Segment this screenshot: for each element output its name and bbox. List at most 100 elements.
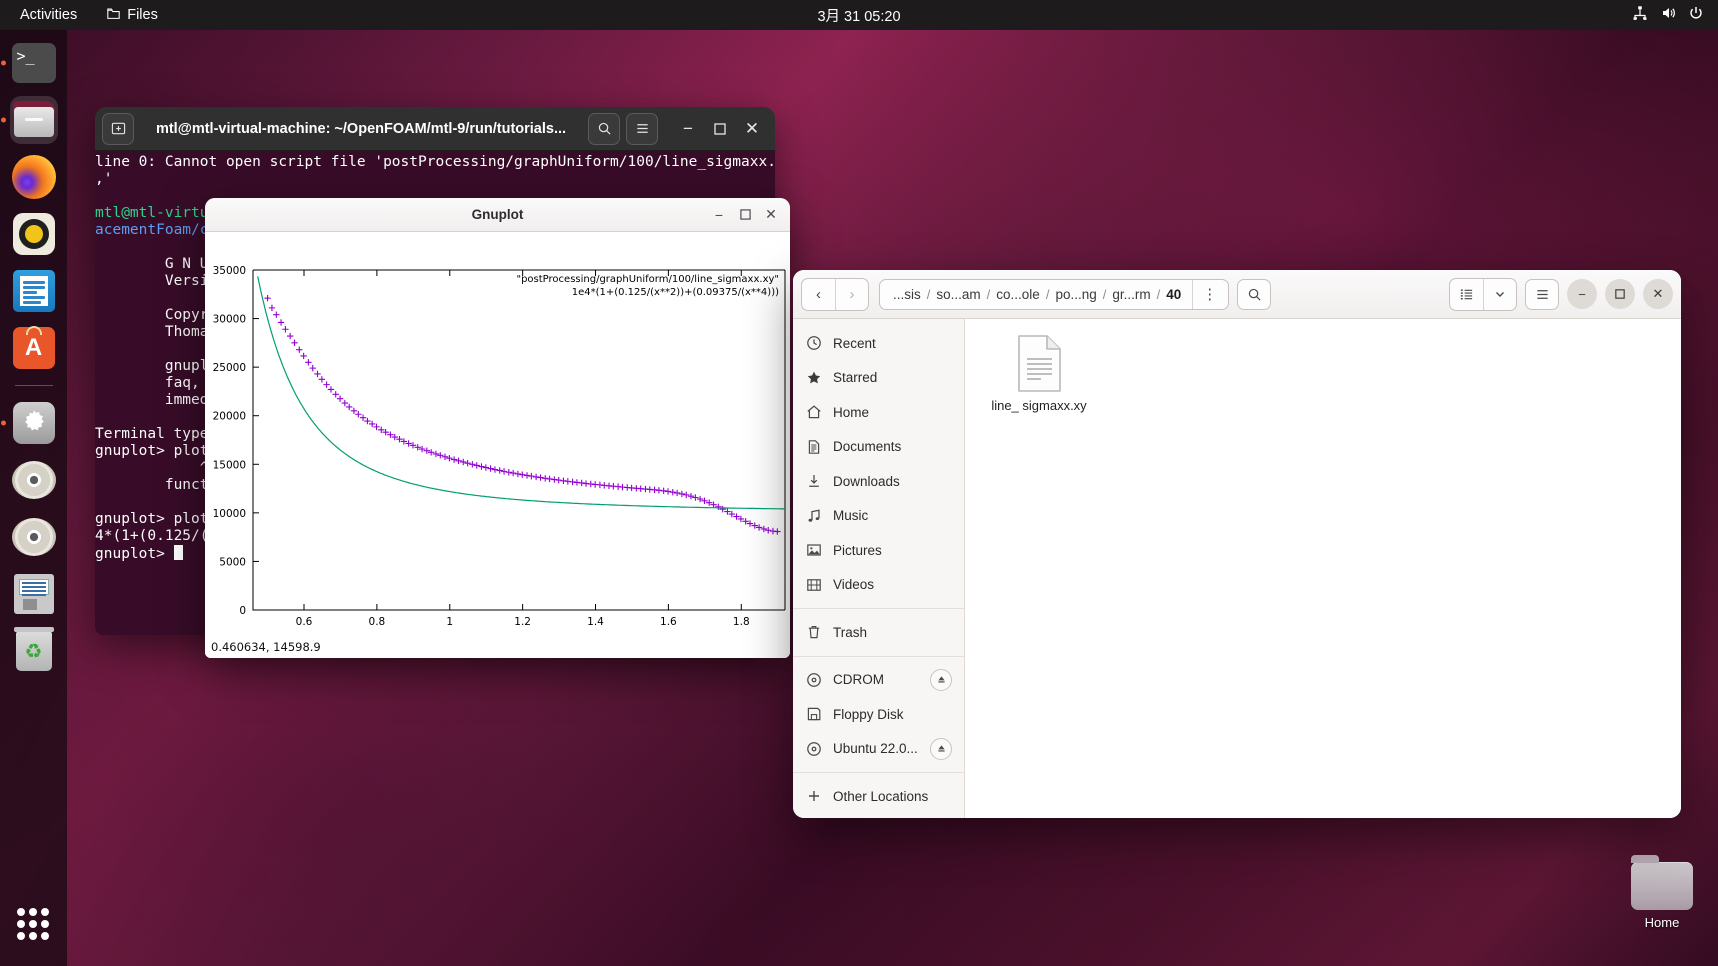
list-view-icon[interactable] xyxy=(1450,279,1483,310)
eject-icon[interactable] xyxy=(930,668,952,691)
floppy-icon xyxy=(805,706,822,722)
breadcrumb-item[interactable]: 40 xyxy=(1161,285,1186,304)
sidebar-item-videos[interactable]: Videos xyxy=(793,568,964,603)
dock-item-cdrom[interactable] xyxy=(10,456,58,504)
sidebar-item-trash[interactable]: Trash xyxy=(793,615,964,650)
desktop-icon-home[interactable]: Home xyxy=(1622,855,1702,930)
sidebar-item-starred[interactable]: Starred xyxy=(793,361,964,396)
hamburger-icon[interactable] xyxy=(626,112,658,145)
dock-item-ubuntu-iso[interactable] xyxy=(10,513,58,561)
activities-label: Activities xyxy=(20,7,78,23)
sidebar-item-ubuntu-22-0-[interactable]: Ubuntu 22.0... xyxy=(793,732,964,767)
data-series-line xyxy=(257,276,785,510)
download-icon xyxy=(805,473,822,489)
y-axis-tick-label: 5000 xyxy=(219,556,246,568)
files-content-area[interactable]: line_ sigmaxx.xy xyxy=(965,319,1681,818)
film-icon xyxy=(805,577,822,593)
app-menu-files[interactable]: Files xyxy=(101,4,164,27)
activities-button[interactable]: Activities xyxy=(14,4,83,26)
dock-item-ubuntu-software[interactable]: A xyxy=(10,324,58,372)
dock-item-rhythmbox[interactable] xyxy=(10,210,58,258)
gnuplot-minimize-button[interactable]: − xyxy=(706,202,732,228)
top-bar: Activities Files 3月 31 05:20 xyxy=(0,0,1718,30)
gnuplot-plot-area[interactable]: 0 5000 10000 15000 20000 25000 30000 35000 0.6 0.… xyxy=(205,232,790,658)
breadcrumb-item[interactable]: ...sis xyxy=(888,285,926,304)
sidebar-item-label: Other Locations xyxy=(833,788,929,804)
dock-separator xyxy=(14,385,53,386)
breadcrumb-item[interactable]: co...ole xyxy=(991,285,1045,304)
files-maximize-button[interactable] xyxy=(1605,279,1635,309)
path-options-button[interactable]: ⋮ xyxy=(1193,279,1226,310)
hamburger-icon[interactable] xyxy=(1525,278,1559,310)
dock-item-libreoffice-writer[interactable] xyxy=(10,267,58,315)
sidebar-item-label: Downloads xyxy=(833,473,900,489)
forward-button[interactable]: › xyxy=(835,278,868,310)
x-axis-tick-label: 1.4 xyxy=(587,616,604,628)
sidebar-item-other-locations[interactable]: Other Locations xyxy=(793,779,964,814)
sidebar-item-pictures[interactable]: Pictures xyxy=(793,533,964,568)
clock[interactable]: 3月 31 05:20 xyxy=(0,5,1718,26)
document-icon xyxy=(805,439,822,455)
files-close-button[interactable]: ✕ xyxy=(1643,279,1673,309)
volume-icon[interactable] xyxy=(1660,5,1676,25)
eject-icon[interactable] xyxy=(930,737,952,760)
dock-item-files[interactable] xyxy=(9,96,58,144)
sidebar-item-label: Recent xyxy=(833,335,876,351)
files-minimize-button[interactable]: − xyxy=(1567,279,1597,309)
sidebar-item-music[interactable]: Music xyxy=(793,499,964,534)
dock-item-terminal[interactable]: >_ xyxy=(10,39,58,87)
minimize-button[interactable]: − xyxy=(672,113,704,145)
breadcrumb-item[interactable]: so...am xyxy=(931,285,985,304)
sidebar-item-recent[interactable]: Recent xyxy=(793,326,964,361)
file-item[interactable]: line_ sigmaxx.xy xyxy=(987,335,1091,414)
terminal-cursor xyxy=(173,545,183,560)
files-sidebar: Recent Starred Home Documents Downloads Music… xyxy=(793,319,965,818)
legend-entry-data: "postProcessing/graphUniform/100/line_si… xyxy=(516,274,779,285)
sidebar-item-floppy-disk[interactable]: Floppy Disk xyxy=(793,697,964,732)
maximize-button[interactable] xyxy=(704,113,736,145)
sidebar-item-label: Videos xyxy=(833,577,875,593)
breadcrumb-item[interactable]: po...ng xyxy=(1050,285,1101,304)
gnuplot-maximize-button[interactable] xyxy=(732,202,758,228)
terminal-titlebar[interactable]: mtl@mtl-virtual-machine: ~/OpenFOAM/mtl-… xyxy=(95,107,775,151)
breadcrumb[interactable]: ...sis / so...am / co...ole / po...ng / gr...rm /… xyxy=(882,280,1192,309)
show-applications-button[interactable] xyxy=(9,900,57,948)
writer-icon xyxy=(12,270,55,312)
star-icon xyxy=(805,370,822,386)
sidebar-item-documents[interactable]: Documents xyxy=(793,430,964,465)
sidebar-item-cdrom[interactable]: CDROM xyxy=(793,663,964,698)
gnuplot-titlebar[interactable]: Gnuplot − ✕ xyxy=(205,198,790,232)
files-main: Recent Starred Home Documents Downloads Music… xyxy=(793,319,1681,818)
sidebar-item-home[interactable]: Home xyxy=(793,395,964,430)
close-button[interactable]: ✕ xyxy=(736,113,768,145)
chevron-down-icon[interactable] xyxy=(1483,278,1516,310)
dock-item-firefox[interactable] xyxy=(10,153,58,201)
image-icon xyxy=(805,542,822,558)
gnuplot-title: Gnuplot xyxy=(471,207,524,222)
x-axis-tick-label: 0.8 xyxy=(369,616,386,628)
files-window[interactable]: ‹ › ...sis / so...am / co...ole / po...ng / gr..… xyxy=(793,270,1681,818)
back-button[interactable]: ‹ xyxy=(802,279,835,310)
new-tab-button[interactable] xyxy=(102,112,134,145)
dock-item-trash[interactable]: ♻ xyxy=(10,627,58,675)
network-icon[interactable] xyxy=(1632,5,1648,25)
dock-item-floppy[interactable] xyxy=(10,570,58,618)
gnuplot-close-button[interactable]: ✕ xyxy=(758,202,784,228)
dock-item-settings[interactable] xyxy=(10,399,58,447)
disc-icon xyxy=(11,518,56,556)
view-toggle xyxy=(1449,277,1517,311)
terminal-icon: >_ xyxy=(11,43,56,83)
y-axis-tick-label: 0 xyxy=(239,605,246,617)
plot-svg: 0 5000 10000 15000 20000 25000 30000 35000 0.6 0.… xyxy=(213,265,786,628)
search-icon[interactable] xyxy=(588,112,620,145)
sidebar-item-label: Home xyxy=(833,404,870,420)
breadcrumb-item[interactable]: gr...rm xyxy=(1107,285,1155,304)
data-series-points xyxy=(264,294,781,535)
gnuplot-window[interactable]: Gnuplot − ✕ 0 5000 10000 15000 20000 25000 300… xyxy=(205,198,790,658)
search-icon[interactable] xyxy=(1237,278,1272,310)
sidebar-item-downloads[interactable]: Downloads xyxy=(793,464,964,499)
y-axis-tick-label: 25000 xyxy=(213,362,246,374)
disc-icon xyxy=(805,672,822,688)
power-icon[interactable] xyxy=(1688,5,1704,25)
x-axis-tick-label: 1 xyxy=(446,616,453,628)
